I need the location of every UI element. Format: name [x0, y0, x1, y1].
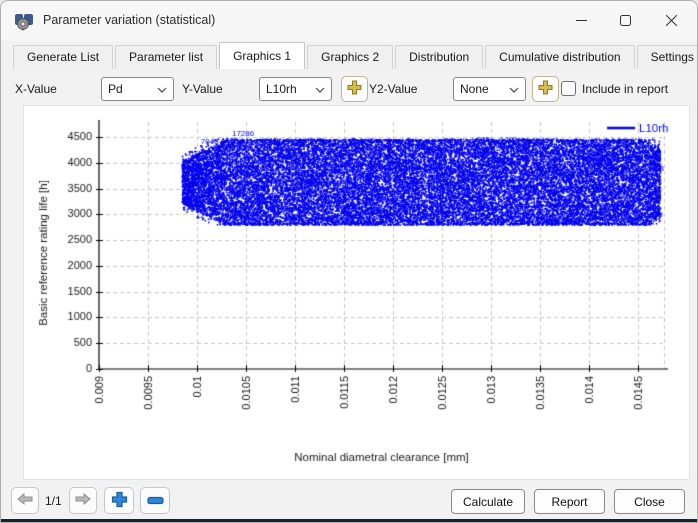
chevron-down-icon: [157, 82, 167, 96]
tab-settings[interactable]: Settings: [636, 45, 697, 69]
y-value-label: Y-Value: [182, 82, 223, 96]
zoom-out-button[interactable]: [140, 487, 170, 514]
tab-cumulative-distribution[interactable]: Cumulative distribution: [485, 45, 635, 69]
title-bar: Parameter variation (statistical): [1, 1, 697, 41]
x-value-current: Pd: [108, 82, 123, 96]
arrow-left-icon: [17, 492, 33, 508]
tab-distribution[interactable]: Distribution: [395, 45, 484, 69]
zoom-in-button[interactable]: [104, 487, 134, 514]
tab-graphics-2[interactable]: Graphics 2: [307, 45, 394, 69]
tab-parameter-list[interactable]: Parameter list: [115, 45, 218, 69]
minus-icon: [146, 494, 164, 508]
chart-panel: [23, 105, 690, 480]
include-in-report-checkbox[interactable]: [561, 81, 576, 96]
tab-generate-list[interactable]: Generate List: [13, 45, 114, 69]
report-button[interactable]: Report: [534, 489, 605, 514]
close-button[interactable]: Close: [614, 489, 685, 514]
add-y2-curve-button[interactable]: [532, 76, 559, 102]
scatter-chart-canvas: [24, 106, 689, 479]
plus-icon: [347, 80, 362, 98]
x-value-label: X-Value: [15, 82, 57, 96]
plus-icon: [111, 491, 128, 511]
chevron-down-icon: [315, 82, 325, 96]
calculate-button[interactable]: Calculate: [451, 489, 525, 514]
y2-value-current: None: [460, 82, 489, 96]
tab-graphics-1[interactable]: Graphics 1: [219, 42, 306, 69]
y2-value-select[interactable]: None: [453, 77, 526, 101]
page-indicator: 1/1: [45, 494, 62, 508]
page-back-button[interactable]: [11, 487, 39, 514]
minimize-icon[interactable]: [559, 1, 603, 39]
maximize-icon[interactable]: [603, 1, 647, 39]
dialog-parameter-variation: Parameter variation (statistical) Genera…: [0, 0, 698, 523]
page-forward-button[interactable]: [69, 487, 97, 514]
include-in-report-label: Include in report: [582, 82, 669, 96]
y2-value-label: Y2-Value: [369, 82, 418, 96]
x-value-select[interactable]: Pd: [101, 77, 174, 101]
y-value-current: L10rh: [266, 82, 297, 96]
tab-bar: Generate List Parameter list Graphics 1 Gra…: [13, 42, 697, 69]
arrow-right-icon: [75, 492, 91, 508]
plus-icon: [538, 80, 553, 98]
close-icon[interactable]: [649, 1, 693, 39]
window-bottom-edge: [1, 519, 697, 522]
chevron-down-icon: [509, 82, 519, 96]
y-value-select[interactable]: L10rh: [259, 77, 332, 101]
add-y-curve-button[interactable]: [341, 76, 368, 102]
bearing-gear-icon: [13, 10, 35, 32]
window-title: Parameter variation (statistical): [43, 13, 216, 27]
